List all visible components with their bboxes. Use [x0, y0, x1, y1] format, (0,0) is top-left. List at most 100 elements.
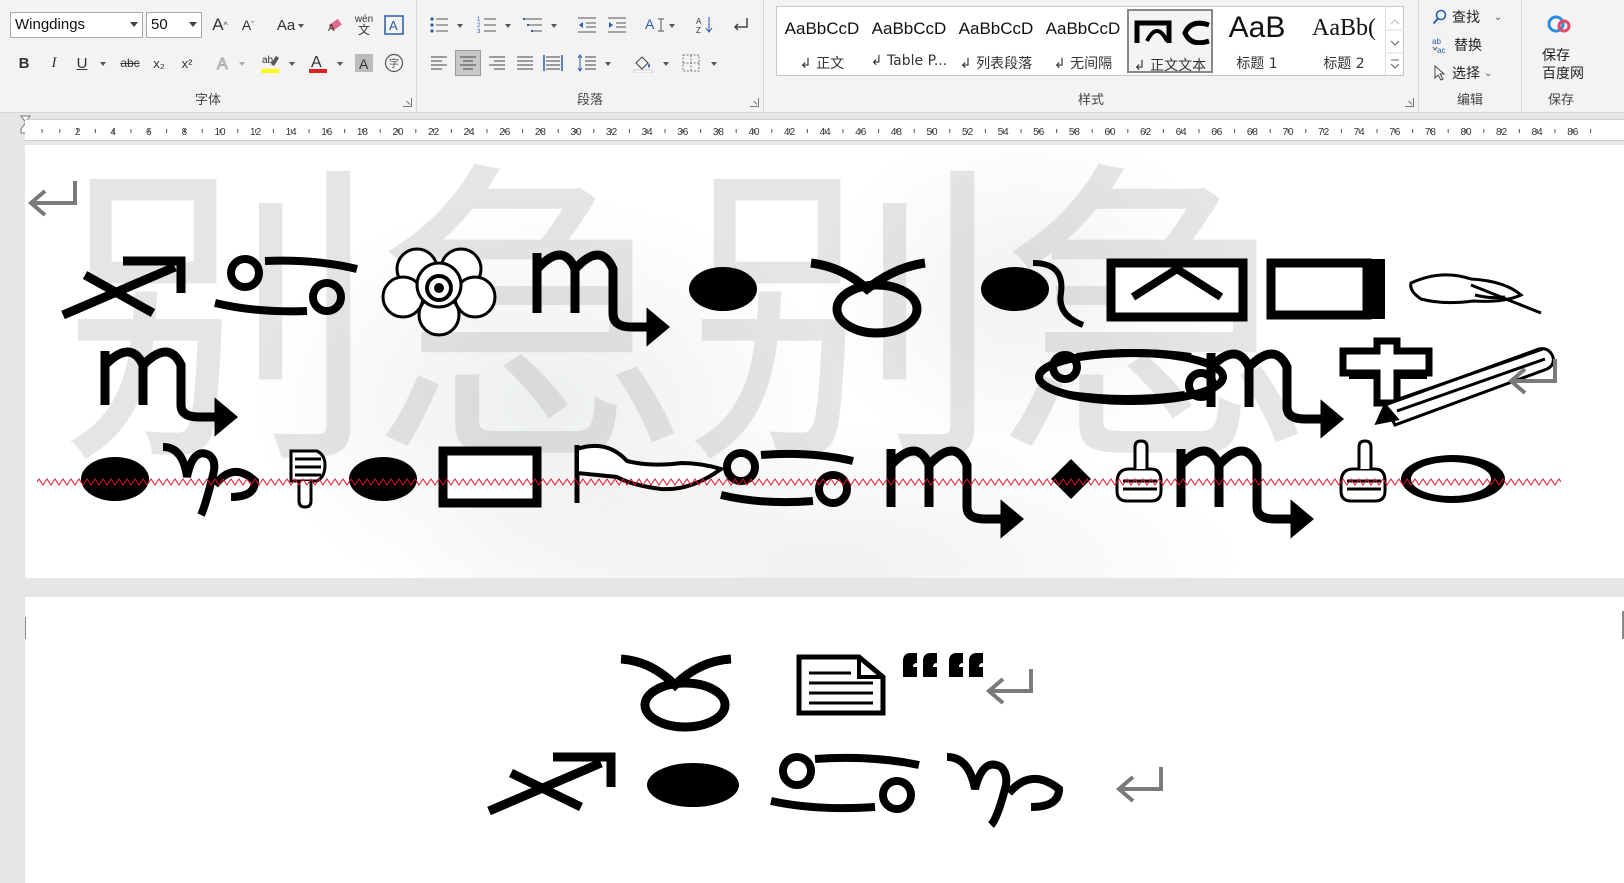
svg-text:字: 字 — [389, 57, 399, 70]
bullet-list-icon — [430, 17, 448, 33]
svg-text:A: A — [328, 23, 335, 34]
gallery-scroll-arrows-icon[interactable] — [1386, 7, 1404, 75]
style-table-paragraph[interactable]: AaBbCcD ↲ Table P... — [866, 9, 952, 73]
search-icon — [1432, 9, 1447, 25]
quote-marks-glyph — [903, 653, 983, 677]
show-marks-button[interactable] — [729, 13, 753, 37]
style-preview: AaB — [1228, 11, 1286, 44]
svg-text:Z: Z — [696, 26, 701, 35]
char-border-button[interactable]: A — [382, 13, 406, 37]
shadowed-box-glyph — [1266, 258, 1385, 320]
style-preview: AaBbCcD — [871, 19, 947, 38]
styles-dialog-launcher-icon[interactable] — [1405, 98, 1414, 107]
font-name-combo[interactable]: Wingdings — [10, 12, 143, 38]
italic-button[interactable]: I — [42, 51, 66, 75]
writing-hand-glyph — [1409, 273, 1542, 315]
font-color-button[interactable]: A — [306, 51, 330, 75]
paragraph-mark-icon — [27, 181, 77, 217]
text-effects-button[interactable]: A — [212, 51, 236, 75]
save-group: 保存 百度网 保存 — [1522, 0, 1624, 113]
increase-indent-button[interactable] — [605, 13, 629, 37]
superscript-button[interactable]: x² — [175, 51, 199, 75]
chevron-down-icon — [505, 24, 511, 28]
svg-text:A: A — [696, 17, 702, 26]
style-preview: AaBb( — [1312, 15, 1376, 41]
sagittarius-glyph-2 — [487, 752, 616, 816]
justify-button[interactable] — [513, 51, 537, 75]
save-baidu-button[interactable]: 保存 百度网 — [1542, 47, 1584, 83]
numbered-list-icon: 123 — [477, 17, 496, 35]
save-group-label: 保存 — [1548, 93, 1575, 108]
taurus-glyph-1 — [810, 258, 926, 338]
styles-gallery: AaBbCcD ↲ 正文 AaBbCcD ↲ Table P... AaBbCc… — [776, 6, 1404, 76]
bold-button[interactable]: B — [12, 51, 36, 75]
clear-format-button[interactable]: A — [324, 13, 348, 37]
decrease-indent-button[interactable] — [575, 13, 599, 37]
pointing-up-hand-glyph-2 — [1339, 439, 1387, 503]
style-normal[interactable]: AaBbCcD ↲ 正文 — [779, 9, 865, 73]
find-button[interactable]: 查找 ⌄ — [1432, 7, 1502, 27]
scorpio-glyph-3 — [1206, 349, 1345, 439]
save-label-1: 保存 — [1542, 48, 1570, 64]
underline-button[interactable]: U — [70, 51, 94, 75]
font-size-value: 50 — [151, 16, 168, 33]
style-no-spacing[interactable]: AaBbCcD ↲ 无间隔 — [1040, 9, 1126, 73]
svg-text:A: A — [359, 56, 369, 72]
align-center-button[interactable] — [455, 50, 481, 76]
font-size-combo[interactable]: 50 — [146, 12, 202, 38]
sort-icon: AZ — [696, 17, 713, 35]
numbering-button[interactable]: 123 — [475, 13, 499, 37]
pointing-up-hand-glyph-1 — [1115, 439, 1163, 503]
style-heading-1[interactable]: AaB 标题 1 — [1214, 9, 1300, 73]
font-dialog-launcher-icon[interactable] — [403, 98, 412, 107]
svg-text:A: A — [645, 16, 655, 32]
grow-font-button[interactable]: A ^ — [208, 13, 232, 37]
borders-button[interactable] — [679, 51, 703, 75]
bullets-button[interactable] — [427, 13, 451, 37]
paragraph-mark-icon — [985, 669, 1033, 705]
align-right-button[interactable] — [485, 51, 509, 75]
replace-label: 替换 — [1454, 38, 1482, 54]
horizontal-ruler[interactable]: 2468101214161820222426283032343638404244… — [25, 119, 1624, 141]
wingdings-content-page-1 — [27, 181, 1557, 539]
sort-button[interactable]: AZ — [693, 13, 717, 37]
phonetic-guide-button[interactable]: wén 文 — [352, 13, 376, 37]
character-shading-icon: A — [355, 54, 373, 72]
style-preview: AaBbCcD — [784, 19, 860, 38]
style-body-text[interactable]: ↲ 正文文本 — [1127, 9, 1213, 74]
style-list-paragraph[interactable]: AaBbCcD ↲ 列表段落 — [953, 9, 1039, 73]
char-shading-button[interactable]: A — [352, 51, 376, 75]
justify-icon — [517, 56, 533, 70]
chinese-layout-button[interactable]: A — [643, 13, 667, 37]
style-name: 标题 1 — [1236, 56, 1278, 72]
chevron-down-icon — [189, 22, 197, 27]
multilevel-list-button[interactable] — [521, 13, 545, 37]
svg-text:ac: ac — [1437, 46, 1445, 54]
distributed-align-icon — [543, 55, 563, 71]
align-left-button[interactable] — [427, 51, 451, 75]
superscript-icon: x² — [181, 55, 193, 71]
wingdings-content-page-2 — [487, 653, 1163, 828]
find-label: 查找 — [1452, 10, 1480, 26]
chevron-down-icon: ⌄ — [1484, 67, 1493, 79]
shading-button[interactable] — [631, 51, 655, 75]
replace-button[interactable]: ab ac 替换 — [1432, 35, 1482, 55]
enclose-char-button[interactable]: 字 — [382, 51, 406, 75]
italic-icon: I — [51, 54, 57, 71]
align-center-icon — [460, 56, 476, 70]
style-preview: AaBbCcD — [1045, 19, 1121, 38]
chevron-down-icon: ⌄ — [1494, 11, 1503, 23]
line-spacing-button[interactable] — [575, 51, 599, 75]
select-button[interactable]: 选择 ⌄ — [1432, 63, 1492, 83]
shrink-font-button[interactable]: Aˇ — [236, 13, 260, 37]
strikethrough-button[interactable]: abc — [115, 51, 145, 75]
document-page-1[interactable]: 别急别急 — [25, 145, 1624, 578]
document-page-2[interactable] — [25, 597, 1624, 883]
distributed-button[interactable] — [541, 51, 565, 75]
gallery-scroll — [1385, 7, 1404, 75]
paragraph-dialog-launcher-icon[interactable] — [750, 98, 759, 107]
subscript-button[interactable]: x₂ — [147, 51, 171, 75]
spellcheck-squiggle — [37, 478, 1561, 486]
style-heading-2[interactable]: AaBb( 标题 2 — [1301, 9, 1387, 73]
highlight-button[interactable]: ab — [258, 51, 282, 75]
